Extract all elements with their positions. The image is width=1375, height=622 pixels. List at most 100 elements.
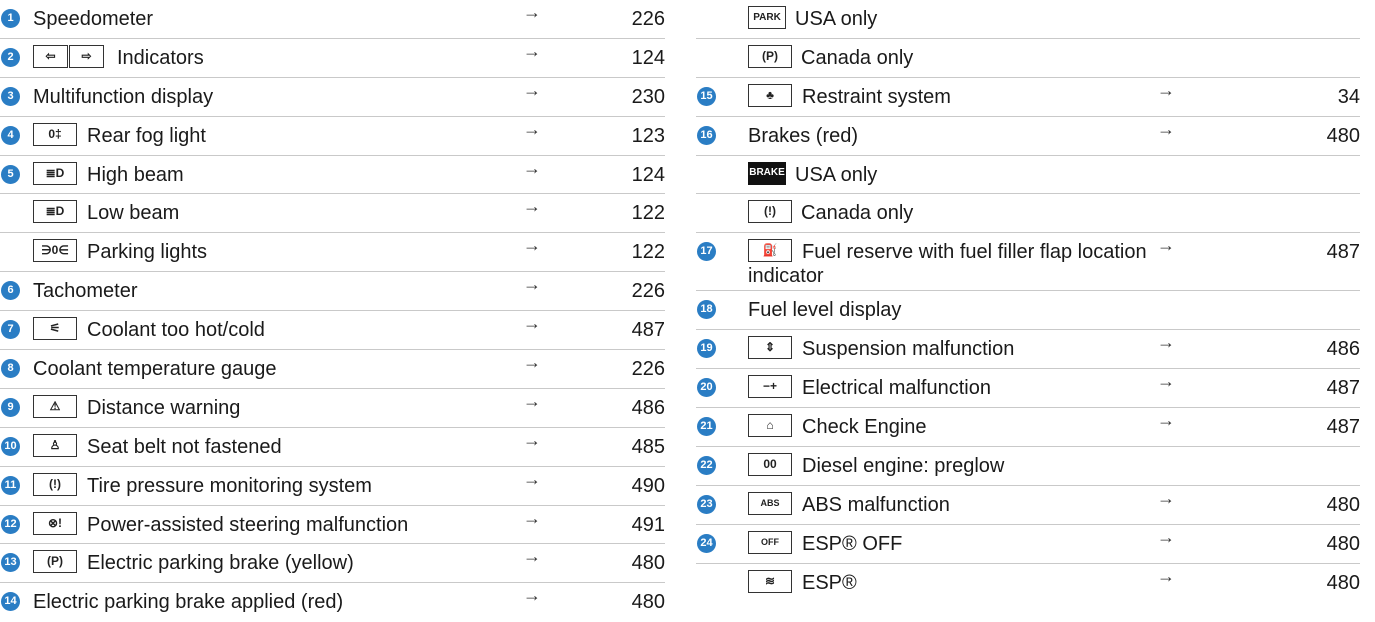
list-item: ≣D Low beam → 122 (0, 194, 665, 234)
item-label: Tire pressure monitoring system (87, 474, 372, 497)
list-item: 23 ABS ABS malfunction → 480 (696, 486, 1360, 525)
page-ref[interactable]: 480 (1327, 571, 1360, 595)
list-item: 6 Tachometer → 226 (0, 272, 665, 312)
page-ref[interactable]: 480 (632, 551, 665, 575)
page-ref[interactable]: 486 (632, 396, 665, 420)
right-column: PARK USA only (P) Canada only 15 ♣ Restraint… (696, 0, 1360, 602)
low-beam-icon: ≣D (33, 200, 77, 224)
list-item: 16 Brakes (red) → 480 (696, 117, 1360, 156)
list-item: 2 ⇦ ⇨ Indicators → 124 (0, 39, 665, 78)
list-item: 12 ⊗! Power-assisted steering malfunction →… (0, 506, 665, 545)
rear-fog-light-icon: 0‡ (33, 122, 77, 146)
item-number: 24 (697, 533, 716, 553)
list-item: 13 (P) Electric parking brake (yellow) → 480 (0, 544, 665, 584)
page-ref[interactable]: 226 (632, 279, 665, 303)
page-ref[interactable]: 480 (1327, 493, 1360, 517)
page-ref[interactable]: 487 (1327, 415, 1360, 439)
item-number: 11 (1, 475, 20, 495)
page-ref[interactable]: 124 (632, 46, 665, 70)
page-ref[interactable]: 480 (1327, 124, 1360, 148)
page-ref[interactable]: 480 (632, 590, 665, 614)
list-item: 3 Multifunction display → 230 (0, 78, 665, 117)
page-ref[interactable]: 490 (632, 474, 665, 498)
arrow-icon: → (523, 507, 541, 528)
page-ref[interactable]: 226 (632, 7, 665, 31)
parking-brake-icon: (P) (748, 44, 792, 68)
arrow-icon: → (1157, 371, 1175, 392)
seat-belt-icon: ♙ (33, 433, 77, 457)
page-ref[interactable]: 230 (632, 85, 665, 109)
item-number: 3 (1, 86, 20, 106)
page-ref[interactable]: 123 (632, 124, 665, 148)
page-ref[interactable]: 487 (1327, 376, 1360, 400)
abs-icon: ABS (748, 491, 792, 515)
page-ref[interactable]: 486 (1327, 337, 1360, 361)
battery-icon: −+ (748, 375, 792, 399)
list-item: (!) Canada only (696, 194, 1360, 234)
item-number: 6 (1, 281, 20, 301)
list-item: BRAKE USA only (696, 156, 1360, 195)
item-label: USA only (795, 163, 878, 186)
arrow-icon: → (523, 313, 541, 334)
item-label: Coolant too hot/cold (87, 319, 265, 342)
item-number: 1 (1, 9, 20, 28)
arrow-icon: → (1157, 410, 1175, 431)
item-number: 21 (697, 417, 716, 437)
arrow-icon: → (1157, 565, 1175, 586)
page-ref[interactable]: 487 (632, 318, 665, 342)
item-number: 23 (697, 494, 716, 514)
item-label: Tachometer (33, 280, 138, 303)
list-item: 22 00 Diesel engine: preglow (696, 447, 1360, 486)
page-ref[interactable]: 34 (1338, 85, 1360, 109)
item-label: Restraint system (802, 85, 951, 108)
left-column: 1 Speedometer → 226 2 ⇦ ⇨ Indicators → 124 3 Mult… (0, 0, 665, 622)
list-item: PARK USA only (696, 0, 1360, 39)
arrow-icon: → (523, 274, 541, 295)
item-label: Fuel level display (748, 299, 902, 322)
page-ref[interactable]: 122 (632, 240, 665, 264)
list-item: 1 Speedometer → 226 (0, 0, 665, 39)
page-ref[interactable]: 480 (1327, 532, 1360, 556)
list-item: ≋ ESP® → 480 (696, 564, 1360, 603)
item-label: USA only (795, 8, 878, 30)
item-number: 13 (1, 553, 20, 573)
item-number: 20 (697, 378, 716, 398)
arrow-icon: → (1157, 118, 1175, 139)
distance-warning-icon: ⚠ (33, 394, 77, 418)
arrow-icon: → (523, 196, 541, 217)
page-ref[interactable]: 124 (632, 163, 665, 187)
item-label: Indicators (117, 46, 204, 69)
right-indicator-icon: ⇨ (69, 44, 104, 68)
parking-lights-icon: ∋0∈ (33, 239, 77, 263)
item-number: 12 (1, 514, 20, 534)
item-number: 2 (1, 47, 20, 67)
page-ref[interactable]: 122 (632, 201, 665, 225)
item-label: Check Engine (802, 416, 927, 439)
list-item: 11 (!) Tire pressure monitoring system → 490 (0, 467, 665, 506)
item-label: Distance warning (87, 396, 241, 419)
list-item: 5 ≣D High beam → 124 (0, 156, 665, 195)
page-ref[interactable]: 226 (632, 357, 665, 381)
esp-icon: ≋ (748, 569, 792, 593)
arrow-icon: → (1157, 235, 1175, 256)
item-number: 8 (1, 359, 20, 379)
list-item: 4 0‡ Rear fog light → 123 (0, 117, 665, 156)
coolant-icon: ⚟ (33, 317, 77, 341)
item-label: Coolant temperature gauge (33, 358, 277, 381)
page-ref[interactable]: 487 (1327, 240, 1360, 264)
item-number: 14 (1, 592, 20, 612)
item-number: 5 (1, 164, 20, 184)
arrow-icon: → (523, 546, 541, 567)
item-label: Diesel engine: preglow (802, 454, 1005, 477)
item-label: Seat belt not fastened (87, 435, 282, 458)
page-ref[interactable]: 491 (632, 513, 665, 537)
item-label: Electric parking brake applied (red) (33, 591, 344, 614)
list-item: (P) Canada only (696, 39, 1360, 78)
brake-warning-icon: (!) (748, 200, 792, 224)
list-item: 21 ⌂ Check Engine → 487 (696, 408, 1360, 447)
suspension-icon: ⇕ (748, 336, 792, 360)
page-ref[interactable]: 485 (632, 435, 665, 459)
item-label: Canada only (801, 202, 914, 225)
list-item: 24 OFF ESP® OFF → 480 (696, 525, 1360, 564)
restraint-system-icon: ♣ (748, 83, 792, 107)
